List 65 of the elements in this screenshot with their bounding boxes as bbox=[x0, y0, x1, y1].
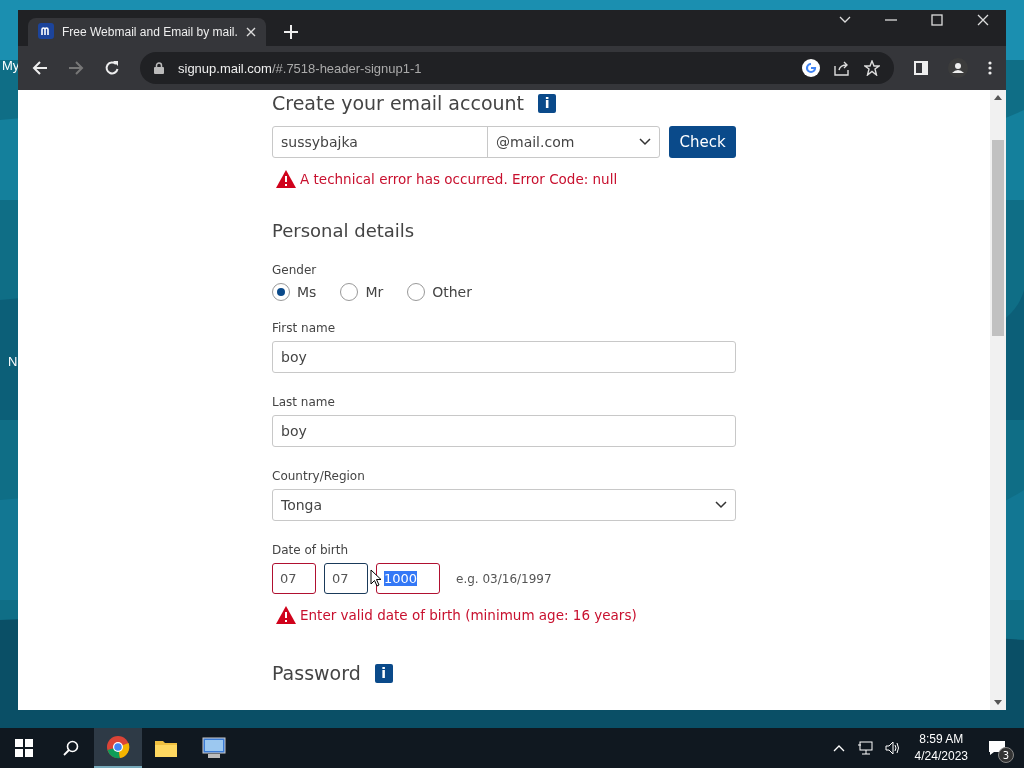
new-tab-icon[interactable] bbox=[283, 25, 298, 39]
field-label: Date of birth bbox=[272, 543, 350, 557]
error-message: Enter valid date of birth (minimum age: 16 years) bbox=[300, 607, 637, 623]
check-button[interactable]: Check bbox=[669, 126, 736, 158]
country-dropdown[interactable]: Tonga bbox=[272, 489, 736, 521]
date-field[interactable]: 07 bbox=[272, 563, 316, 594]
notification-badge: 3 bbox=[998, 747, 1014, 763]
computer-icon bbox=[202, 737, 226, 759]
text-field[interactable]: boy bbox=[272, 341, 736, 373]
chevron-down-icon bbox=[715, 501, 727, 509]
browser-tab[interactable]: Free Webmail and Email by mail. bbox=[28, 18, 266, 46]
star-icon[interactable] bbox=[864, 60, 880, 76]
taskbar-app-button[interactable] bbox=[94, 728, 142, 768]
maximize-icon[interactable] bbox=[931, 14, 943, 26]
clock[interactable]: 8:59 AM 4/24/2023 bbox=[914, 731, 968, 765]
field-label: Last name bbox=[272, 395, 336, 409]
network-icon[interactable] bbox=[856, 741, 873, 755]
gender-radio[interactable]: Ms bbox=[272, 283, 317, 301]
folder-icon bbox=[155, 739, 177, 757]
section-heading: Password bbox=[272, 662, 361, 684]
chrome-icon bbox=[106, 735, 130, 759]
gender-radio[interactable]: Other bbox=[407, 283, 472, 301]
back-icon[interactable] bbox=[32, 60, 48, 76]
date-hint: e.g. 03/16/1997 bbox=[456, 571, 552, 586]
warning-icon bbox=[276, 170, 296, 188]
scroll-up-icon[interactable] bbox=[994, 95, 1002, 100]
speaker-icon[interactable] bbox=[884, 741, 901, 755]
site-logo-icon bbox=[38, 22, 54, 42]
chevron-down-icon[interactable] bbox=[839, 16, 851, 24]
menu-icon[interactable] bbox=[988, 61, 992, 75]
share-icon[interactable] bbox=[834, 60, 850, 76]
lock-icon bbox=[154, 62, 164, 74]
field-label: First name bbox=[272, 321, 337, 335]
field-label: Country/Region bbox=[272, 469, 366, 483]
text-field[interactable]: boy bbox=[272, 415, 736, 447]
search-icon[interactable] bbox=[63, 740, 79, 756]
notifications-button[interactable]: 3 bbox=[982, 733, 1012, 763]
date-field[interactable]: 07 bbox=[324, 563, 368, 594]
chevron-down-icon bbox=[639, 138, 651, 146]
desktop-icon-label[interactable]: My bbox=[2, 58, 20, 73]
desktop-icon-label[interactable]: N bbox=[8, 354, 18, 369]
profile-icon[interactable] bbox=[948, 58, 968, 78]
section-heading: Personal details bbox=[272, 220, 416, 241]
scrollbar[interactable] bbox=[990, 90, 1006, 710]
info-icon[interactable]: i bbox=[538, 93, 557, 113]
date-field[interactable]: 1000 bbox=[376, 563, 440, 594]
close-icon[interactable] bbox=[977, 14, 989, 26]
warning-icon bbox=[276, 606, 296, 624]
info-icon[interactable]: i bbox=[374, 663, 393, 683]
scroll-down-icon[interactable] bbox=[994, 700, 1002, 705]
forward-icon[interactable] bbox=[68, 60, 84, 76]
section-heading: Create your email account bbox=[272, 92, 525, 114]
mouse-cursor-icon bbox=[370, 569, 382, 587]
windows-start-icon[interactable] bbox=[15, 739, 33, 757]
address-bar[interactable]: signup.mail.com/#.7518-header-signup1-1 bbox=[140, 52, 894, 84]
google-icon[interactable] bbox=[802, 59, 820, 77]
error-message: A technical error has occurred. Error Code: null bbox=[300, 171, 618, 187]
close-icon[interactable] bbox=[245, 27, 256, 37]
side-panel-icon[interactable] bbox=[914, 61, 928, 75]
chevron-up-icon[interactable] bbox=[832, 744, 845, 752]
field-label: Gender bbox=[272, 263, 318, 277]
scrollbar-thumb[interactable] bbox=[992, 140, 1004, 336]
email-field[interactable]: sussybajka @mail.com bbox=[272, 126, 660, 158]
reload-icon[interactable] bbox=[104, 60, 120, 76]
gender-radio[interactable]: Mr bbox=[340, 283, 384, 301]
